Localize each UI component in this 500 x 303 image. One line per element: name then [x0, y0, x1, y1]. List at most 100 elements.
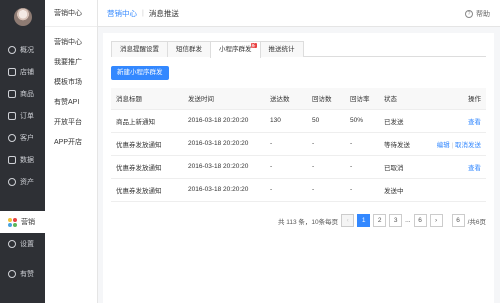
sidebar-item-label: 概况	[20, 47, 34, 54]
data-icon	[8, 156, 16, 164]
sidebar-item-label: 数据	[20, 157, 34, 164]
cell-actions	[429, 178, 486, 202]
sidebar-item-data[interactable]: 数据	[0, 149, 45, 171]
prev-page-button[interactable]: ‹	[341, 214, 355, 227]
table-row: 优惠券发放通知 2016-03-18 20:20:20 - - - 等待发送 编…	[111, 132, 486, 156]
tab-miniprogram-broadcast[interactable]: 小程序群发新	[210, 41, 261, 58]
tab-label: 短信群发	[176, 46, 202, 53]
subnav-item-marketing-center[interactable]: 营销中心	[45, 33, 97, 53]
youzan-logo-icon	[8, 270, 16, 278]
sidebar-item-youzan[interactable]: 有赞	[0, 263, 45, 285]
cell-status: 已发送	[379, 109, 429, 133]
cell-visits: -	[307, 132, 345, 156]
overview-icon	[8, 46, 16, 54]
sidebar-item-customer[interactable]: 客户	[0, 127, 45, 149]
page-ellipsis: ...	[405, 217, 411, 224]
help-link[interactable]: ? 帮助	[465, 9, 490, 19]
page-button-6[interactable]: 6	[413, 214, 427, 227]
col-status: 状态	[379, 88, 429, 110]
cancel-send-link[interactable]: 取消发送	[455, 142, 481, 149]
shop-icon	[8, 68, 16, 76]
tab-label: 推送统计	[268, 46, 295, 53]
cell-title: 优惠券发放通知	[111, 178, 183, 202]
new-badge: 新	[250, 43, 257, 48]
cell-time: 2016-03-18 20:20:20	[183, 132, 265, 156]
page-jump-input[interactable]: 6	[451, 214, 465, 227]
goods-icon	[8, 90, 16, 98]
subnav-title: 营销中心	[45, 0, 97, 27]
cell-status: 等待发送	[379, 132, 429, 156]
subnav-item-open-platform[interactable]: 开放平台	[45, 113, 97, 133]
subnav-item-app-store[interactable]: APP开店	[45, 133, 97, 153]
cell-time: 2016-03-18 20:20:20	[183, 155, 265, 179]
new-broadcast-button[interactable]: 新建小程序群发	[111, 66, 169, 80]
sidebar-item-settings[interactable]: 设置	[0, 233, 45, 255]
sidebar-item-label: 客户	[20, 135, 34, 142]
order-icon	[8, 112, 16, 120]
pagination-summary: 共 113 条，10条每页	[277, 218, 339, 226]
sidebar-item-marketing[interactable]: 营销	[0, 211, 45, 233]
col-title: 消息标题	[111, 88, 183, 110]
cell-visits: -	[307, 155, 345, 179]
tab-sms-broadcast[interactable]: 短信群发	[167, 41, 211, 57]
sidebar-item-label: 营销	[21, 219, 35, 226]
next-page-button[interactable]: ›	[429, 214, 443, 227]
breadcrumb-parent[interactable]: 营销中心	[107, 8, 137, 19]
subnav-item-promote[interactable]: 我要推广	[45, 53, 97, 73]
sidebar-item-goods[interactable]: 商品	[0, 83, 45, 105]
table-row: 优惠券发放通知 2016-03-18 20:20:20 - - - 已取消 查看	[111, 155, 486, 179]
col-actions: 操作	[429, 88, 486, 110]
breadcrumb-current: 消息推送	[148, 8, 179, 18]
message-table: 消息标题 发送时间 送达数 回访数 回访率 状态 操作 商品上新通知 2016-…	[111, 88, 486, 202]
asset-icon	[8, 178, 16, 186]
avatar[interactable]	[13, 8, 32, 26]
view-link[interactable]: 查看	[468, 119, 481, 126]
cell-title: 优惠券发放通知	[111, 155, 183, 179]
cell-visits: 50	[307, 109, 345, 133]
cell-time: 2016-03-18 20:20:20	[183, 178, 265, 202]
sidebar-item-label: 商品	[20, 91, 34, 98]
cell-actions: 查看	[429, 109, 486, 133]
pagination: 共 113 条，10条每页 ‹ 1 2 3 ... 6 › 6 /共6页	[278, 214, 486, 227]
tab-bar: 消息提醒设置 短信群发 小程序群发新 推送统计	[111, 41, 486, 58]
cell-actions: 编辑 | 取消发送	[429, 132, 486, 156]
cell-rate: -	[345, 132, 379, 156]
page-button-2[interactable]: 2	[373, 214, 387, 227]
customer-icon	[8, 134, 16, 142]
sidebar-item-overview[interactable]: 概况	[0, 39, 45, 61]
secondary-sidebar: 营销中心 营销中心 我要推广 模板市场 有赞API 开放平台 APP开店	[45, 0, 98, 303]
table-header-row: 消息标题 发送时间 送达数 回访数 回访率 状态 操作	[111, 88, 486, 110]
cell-rate: -	[345, 155, 379, 179]
page-button-3[interactable]: 3	[389, 214, 403, 227]
sidebar-item-label: 订单	[20, 113, 34, 120]
sidebar-item-order[interactable]: 订单	[0, 105, 45, 127]
sidebar-item-shop[interactable]: 店铺	[0, 61, 45, 83]
breadcrumb-separator: |	[142, 9, 144, 17]
cell-rate: -	[345, 178, 379, 202]
cell-delivered: -	[265, 178, 307, 202]
sidebar-item-label: 店铺	[20, 69, 34, 76]
tab-label: 小程序群发	[219, 46, 252, 53]
help-icon: ?	[465, 10, 473, 18]
cell-delivered: -	[265, 132, 307, 156]
col-visits: 回访数	[307, 88, 345, 110]
subnav-item-api[interactable]: 有赞API	[45, 93, 97, 113]
sidebar-item-asset[interactable]: 资产	[0, 171, 45, 193]
page-button-1[interactable]: 1	[357, 214, 371, 227]
help-label: 帮助	[476, 11, 490, 18]
cell-rate: 50%	[345, 109, 379, 133]
col-send-time: 发送时间	[183, 88, 265, 110]
cell-visits: -	[307, 178, 345, 202]
cell-status: 已取消	[379, 155, 429, 179]
col-delivered: 送达数	[265, 88, 307, 110]
view-link[interactable]: 查看	[468, 165, 481, 172]
subnav-item-template-market[interactable]: 模板市场	[45, 73, 97, 93]
main-sidebar: 概况 店铺 商品 订单 客户 数据 资产 营销 设置 有赞	[0, 0, 45, 303]
cell-title: 商品上新通知	[111, 109, 183, 133]
edit-link[interactable]: 编辑	[437, 142, 450, 149]
cell-status: 发送中	[379, 178, 429, 202]
tab-message-settings[interactable]: 消息提醒设置	[111, 41, 168, 57]
tab-label: 消息提醒设置	[120, 46, 159, 53]
cell-time: 2016-03-18 20:20:20	[183, 109, 265, 133]
tab-push-stats[interactable]: 推送统计	[259, 41, 304, 57]
